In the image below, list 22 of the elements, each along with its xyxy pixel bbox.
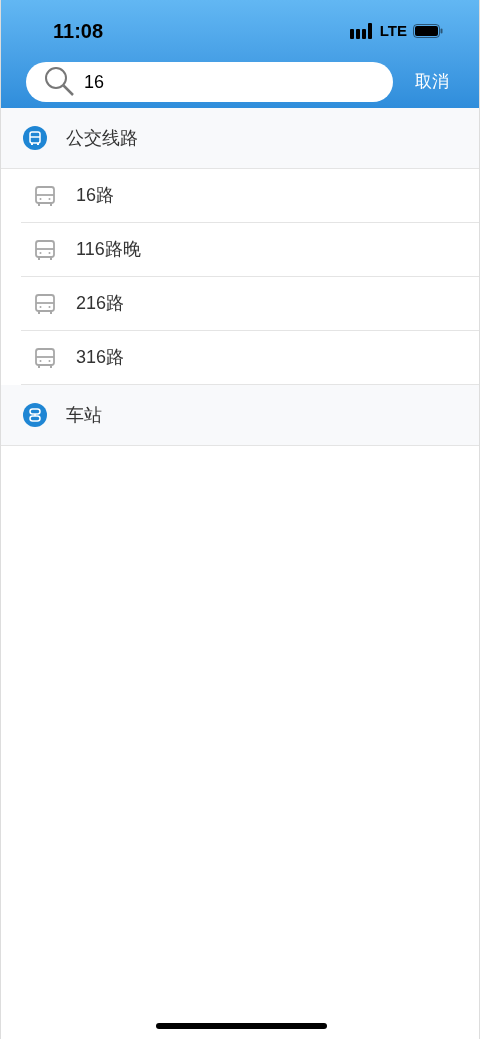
bus-icon — [34, 292, 56, 315]
search-icon — [44, 66, 76, 98]
signal-icon — [349, 23, 374, 39]
battery-icon — [413, 24, 443, 38]
network-label: LTE — [379, 20, 407, 41]
route-name: 216路 — [76, 292, 125, 315]
search-input[interactable]: 16 — [84, 68, 393, 96]
bus-icon — [34, 346, 56, 369]
route-name: 116路晚 — [76, 238, 141, 261]
section-title: 车站 — [66, 403, 102, 427]
search-field[interactable]: 16 — [26, 62, 393, 102]
route-name: 16路 — [76, 184, 115, 207]
section-title: 公交线路 — [66, 126, 138, 150]
status-time: 11:08 — [53, 19, 104, 44]
bus-icon — [34, 238, 56, 261]
signpost-icon — [23, 403, 47, 427]
route-item[interactable]: 16路 — [21, 169, 479, 223]
bus-icon — [23, 126, 47, 150]
route-item[interactable]: 116路晚 — [21, 223, 479, 277]
bus-icon — [34, 184, 56, 207]
route-name: 316路 — [76, 346, 125, 369]
route-item[interactable]: 216路 — [21, 277, 479, 331]
